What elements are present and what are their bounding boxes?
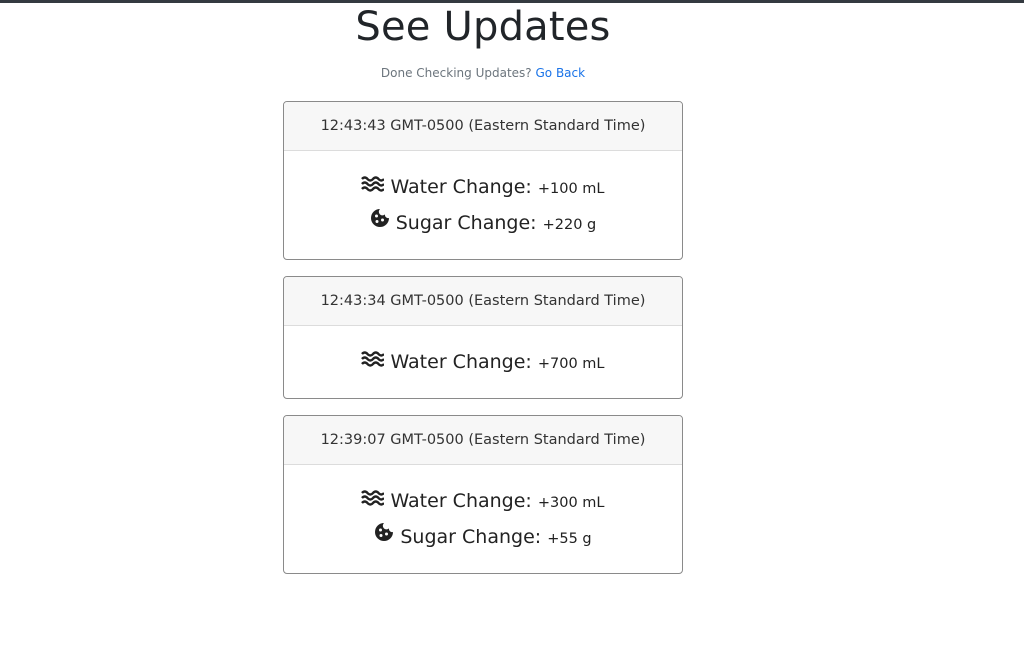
cookie-icon: [370, 204, 390, 240]
updates-list: 12:43:43 GMT-0500 (Eastern Standard Time…: [283, 101, 683, 574]
water-change-line: Water Change: +300 mL: [284, 483, 682, 519]
update-card: 12:39:07 GMT-0500 (Eastern Standard Time…: [283, 415, 683, 574]
sugar-change-line: Sugar Change: +55 g: [284, 519, 682, 555]
water-change-label: Water Change:: [390, 351, 532, 373]
sugar-change-label: Sugar Change:: [395, 212, 537, 234]
water-change-line: Water Change: +700 mL: [284, 344, 682, 380]
update-body: Water Change: +100 mL Sugar Change: +220…: [284, 151, 682, 259]
update-body: Water Change: +700 mL: [284, 326, 682, 398]
update-timestamp: 12:43:43 GMT-0500 (Eastern Standard Time…: [284, 102, 682, 151]
sugar-change-value: +55 g: [547, 531, 592, 547]
page-title: See Updates: [355, 4, 611, 50]
water-change-label: Water Change:: [390, 490, 532, 512]
water-icon: [361, 168, 386, 204]
subtitle: Done Checking Updates? Go Back: [283, 65, 683, 81]
water-change-label: Water Change:: [390, 176, 532, 198]
go-back-link[interactable]: Go Back: [535, 66, 585, 80]
update-body: Water Change: +300 mL Sugar Change: +55 …: [284, 465, 682, 573]
water-icon: [361, 343, 386, 379]
update-card: 12:43:43 GMT-0500 (Eastern Standard Time…: [283, 101, 683, 260]
sugar-change-value: +220 g: [542, 217, 597, 233]
subtitle-text: Done Checking Updates?: [380, 66, 532, 80]
update-timestamp: 12:43:34 GMT-0500 (Eastern Standard Time…: [284, 277, 682, 326]
update-card: 12:43:34 GMT-0500 (Eastern Standard Time…: [283, 276, 683, 399]
water-change-value: +100 mL: [537, 181, 605, 197]
sugar-change-label: Sugar Change:: [400, 526, 542, 548]
cookie-icon: [374, 518, 394, 554]
water-icon: [361, 482, 386, 518]
updates-page: See Updates Done Checking Updates? Go Ba…: [283, 0, 683, 590]
water-change-value: +300 mL: [537, 495, 605, 511]
water-change-value: +700 mL: [537, 356, 605, 372]
sugar-change-line: Sugar Change: +220 g: [284, 205, 682, 241]
update-timestamp: 12:39:07 GMT-0500 (Eastern Standard Time…: [284, 416, 682, 465]
water-change-line: Water Change: +100 mL: [284, 169, 682, 205]
